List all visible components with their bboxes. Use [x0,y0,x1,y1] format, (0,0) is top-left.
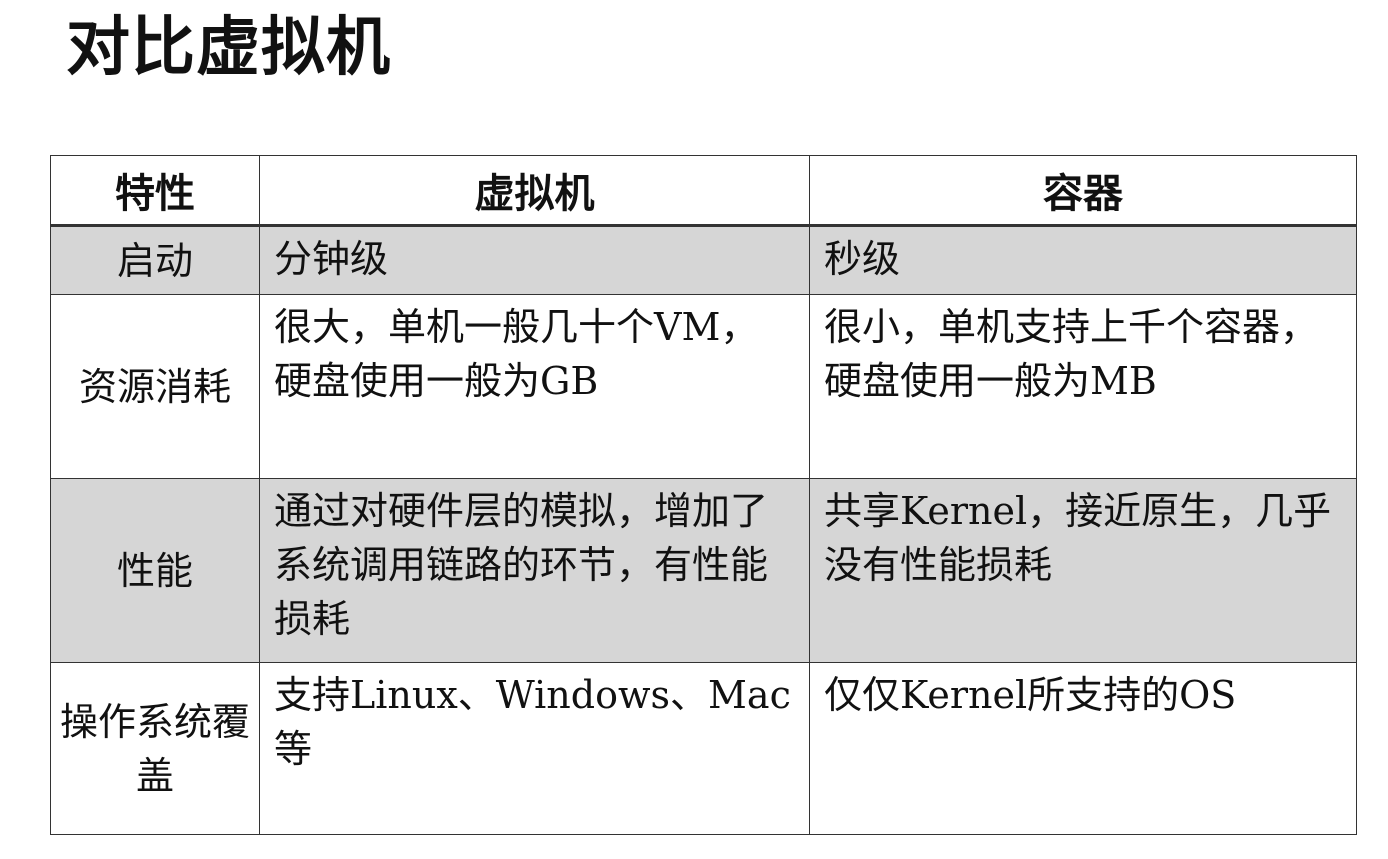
row-feature-os-coverage: 操作系统覆盖 [50,662,260,835]
header-feature: 特性 [50,155,260,227]
row-container-performance: 共享Kernel，接近原生，几乎没有性能损耗 [809,478,1357,663]
row-container-os-coverage: 仅仅Kernel所支持的OS [809,662,1357,835]
table-row: 启动 分钟级 秒级 [50,225,1357,295]
row-vm-performance: 通过对硬件层的模拟，增加了系统调用链路的环节，有性能损耗 [259,478,810,663]
row-vm-resources: 很大，单机一般几十个VM，硬盘使用一般为GB [259,294,810,479]
row-feature-resources: 资源消耗 [50,294,260,479]
table-row: 操作系统覆盖 支持Linux、Windows、Mac等 仅仅Kernel所支持的… [50,662,1357,835]
table-row: 性能 通过对硬件层的模拟，增加了系统调用链路的环节，有性能损耗 共享Kernel… [50,478,1357,663]
row-container-resources: 很小，单机支持上千个容器，硬盘使用一般为MB [809,294,1357,479]
row-vm-startup: 分钟级 [259,225,810,295]
row-vm-os-coverage: 支持Linux、Windows、Mac等 [259,662,810,835]
row-feature-startup: 启动 [50,225,260,295]
header-vm: 虚拟机 [259,155,810,227]
table-header-row: 特性 虚拟机 容器 [50,155,1357,227]
table-row: 资源消耗 很大，单机一般几十个VM，硬盘使用一般为GB 很小，单机支持上千个容器… [50,294,1357,479]
page-title: 对比虚拟机 [66,11,391,85]
comparison-table: 特性 虚拟机 容器 启动 分钟级 秒级 资源消耗 很大，单机一般几十个VM，硬盘… [50,155,1357,835]
row-container-startup: 秒级 [809,225,1357,295]
row-feature-performance: 性能 [50,478,260,663]
header-container: 容器 [809,155,1357,227]
